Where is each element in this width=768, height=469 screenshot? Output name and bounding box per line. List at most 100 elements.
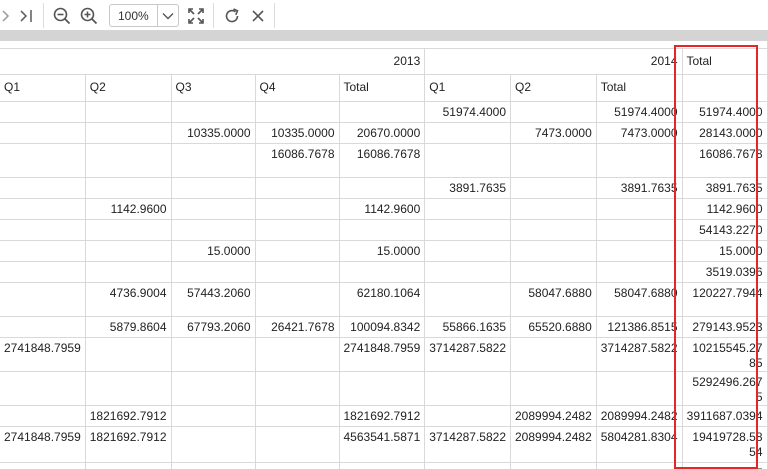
value-cell[interactable]: 10335.0000: [255, 122, 340, 144]
value-cell[interactable]: 15.0000: [171, 240, 256, 262]
value-cell[interactable]: [510, 261, 597, 283]
value-cell[interactable]: 2741848.7959: [0, 426, 86, 463]
grand-total-header[interactable]: Total: [682, 48, 768, 75]
value-cell[interactable]: [0, 462, 86, 469]
value-cell[interactable]: [339, 101, 426, 123]
value-cell[interactable]: [85, 101, 172, 123]
value-cell[interactable]: 3891.7635: [596, 177, 683, 199]
value-cell[interactable]: 100094.8342: [339, 316, 426, 338]
value-cell[interactable]: 1821692.7912: [85, 426, 172, 463]
value-cell[interactable]: [0, 143, 86, 178]
value-cell[interactable]: [424, 143, 511, 178]
value-cell[interactable]: 2741848.7959: [0, 337, 86, 372]
value-cell[interactable]: [424, 219, 511, 241]
value-cell[interactable]: [596, 261, 683, 283]
grand-total-cell[interactable]: 3519.0396: [682, 261, 768, 283]
value-cell[interactable]: [424, 371, 511, 406]
value-cell[interactable]: [0, 122, 86, 144]
value-cell[interactable]: [510, 101, 597, 123]
value-cell[interactable]: [424, 198, 511, 220]
value-cell[interactable]: 55866.1635: [424, 316, 511, 338]
value-cell[interactable]: [339, 371, 426, 406]
grand-total-cell[interactable]: 120227.7944: [682, 282, 768, 317]
value-cell[interactable]: [339, 261, 426, 283]
value-cell[interactable]: 1821692.7912: [85, 405, 172, 427]
value-cell[interactable]: [510, 371, 597, 406]
quarter-header[interactable]: Q1: [424, 74, 511, 102]
value-cell[interactable]: 15.0000: [339, 240, 426, 262]
value-cell[interactable]: 3891.7635: [424, 177, 511, 199]
next-page-icon[interactable]: [0, 0, 14, 31]
close-icon[interactable]: [248, 0, 268, 31]
value-cell[interactable]: [424, 240, 511, 262]
value-cell[interactable]: [171, 426, 256, 463]
value-cell[interactable]: [171, 261, 256, 283]
value-cell[interactable]: [85, 143, 172, 178]
value-cell[interactable]: [0, 219, 86, 241]
grand-total-cell[interactable]: 15.0000: [682, 240, 768, 262]
last-page-icon[interactable]: [16, 0, 38, 31]
grand-total-cell[interactable]: 19419728.5854: [682, 426, 768, 463]
quarter-header[interactable]: Q2: [85, 74, 172, 102]
value-cell[interactable]: [0, 261, 86, 283]
grand-total-cell[interactable]: 16086.7678: [682, 143, 768, 178]
value-cell[interactable]: 7473.0000: [510, 122, 597, 144]
value-cell[interactable]: [85, 219, 172, 241]
grand-total-cell[interactable]: 54143.2270: [682, 219, 768, 241]
value-cell[interactable]: [424, 282, 511, 317]
value-cell[interactable]: [171, 143, 256, 178]
value-cell[interactable]: 4736.9004: [85, 282, 172, 317]
chevron-down-icon[interactable]: [157, 5, 178, 26]
quarter-header[interactable]: Total: [339, 74, 426, 102]
value-cell[interactable]: 4563541.5871: [339, 426, 426, 463]
value-cell[interactable]: [0, 240, 86, 262]
value-cell[interactable]: [0, 282, 86, 317]
value-cell[interactable]: 20670.0000: [339, 122, 426, 144]
value-cell[interactable]: [255, 101, 340, 123]
quarter-header[interactable]: Q3: [171, 74, 256, 102]
value-cell[interactable]: 67793.2060: [171, 316, 256, 338]
grand-total-cell[interactable]: 3891.7635: [682, 177, 768, 199]
value-cell[interactable]: [171, 198, 256, 220]
value-cell[interactable]: [0, 177, 86, 199]
value-cell[interactable]: [339, 462, 426, 469]
zoom-select[interactable]: 100%: [109, 4, 179, 27]
value-cell[interactable]: [596, 143, 683, 178]
value-cell[interactable]: [510, 143, 597, 178]
value-cell[interactable]: 3714287.5822: [596, 337, 683, 372]
value-cell[interactable]: [85, 122, 172, 144]
value-cell[interactable]: [424, 405, 511, 427]
value-cell[interactable]: 1142.9600: [339, 198, 426, 220]
value-cell[interactable]: 16086.7678: [339, 143, 426, 178]
value-cell[interactable]: [171, 101, 256, 123]
value-cell[interactable]: [510, 240, 597, 262]
zoom-out-icon[interactable]: [51, 0, 73, 31]
value-cell[interactable]: [171, 371, 256, 406]
value-cell[interactable]: [255, 337, 340, 372]
value-cell[interactable]: 7473.0000: [596, 122, 683, 144]
value-cell[interactable]: [424, 462, 511, 469]
grand-total-cell[interactable]: 3835.9347: [682, 462, 768, 469]
value-cell[interactable]: [596, 462, 683, 469]
value-cell[interactable]: [0, 405, 86, 427]
value-cell[interactable]: [255, 261, 340, 283]
value-cell[interactable]: 58047.6880: [510, 282, 597, 317]
grand-total-cell[interactable]: 3911687.0394: [682, 405, 768, 427]
value-cell[interactable]: 1142.9600: [85, 198, 172, 220]
quarter-header[interactable]: Q2: [510, 74, 597, 102]
value-cell[interactable]: 121386.8515: [596, 316, 683, 338]
value-cell[interactable]: [0, 101, 86, 123]
value-cell[interactable]: [255, 462, 340, 469]
quarter-header[interactable]: Total: [596, 74, 683, 102]
value-cell[interactable]: 10335.0000: [171, 122, 256, 144]
value-cell[interactable]: [255, 282, 340, 317]
value-cell[interactable]: [171, 405, 256, 427]
value-cell[interactable]: [171, 462, 256, 469]
value-cell[interactable]: 2741848.7959: [339, 337, 426, 372]
value-cell[interactable]: [85, 462, 172, 469]
value-cell[interactable]: [85, 240, 172, 262]
value-cell[interactable]: [255, 426, 340, 463]
value-cell[interactable]: 2089994.2482: [510, 426, 597, 463]
value-cell[interactable]: [85, 371, 172, 406]
value-cell[interactable]: [510, 219, 597, 241]
